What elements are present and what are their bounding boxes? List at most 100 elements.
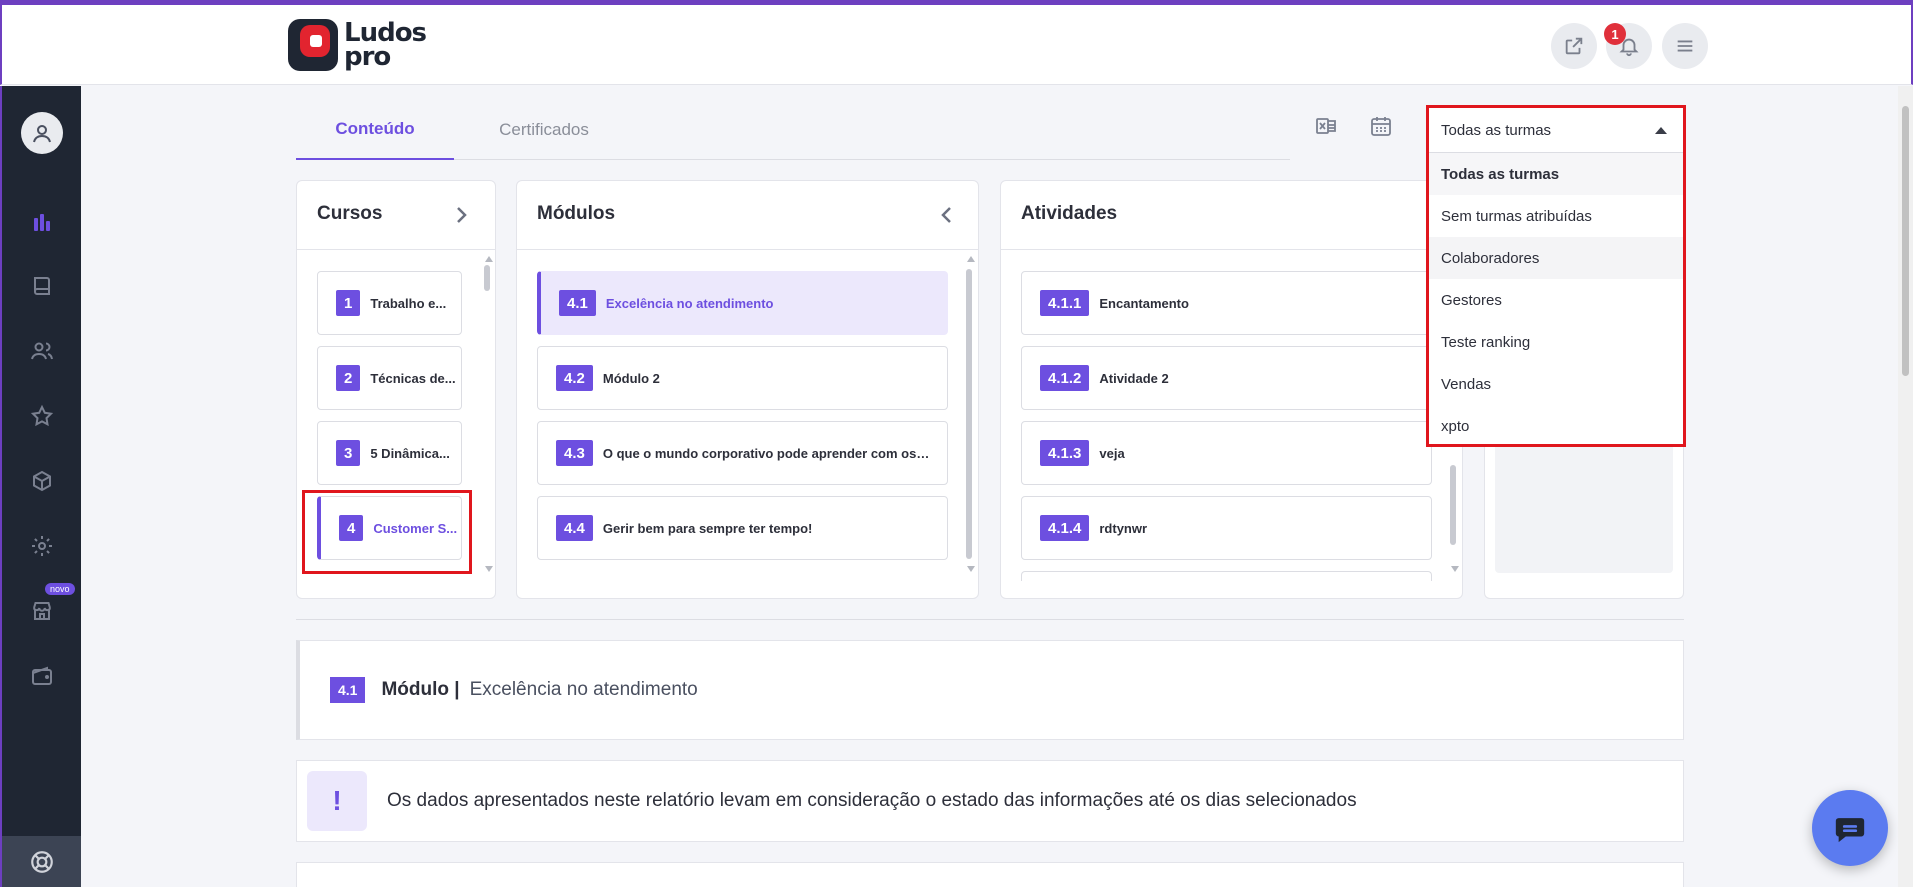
curso-number: 3 xyxy=(336,440,361,466)
modulo-item-4-3[interactable]: 4.3 O que o mundo corporativo pode apren… xyxy=(537,421,948,485)
turmas-selected-value: Todas as turmas xyxy=(1441,121,1552,139)
book-icon xyxy=(34,277,50,295)
hamburger-icon xyxy=(1677,40,1693,52)
turmas-option-sem-turmas[interactable]: Sem turmas atribuídas xyxy=(1429,195,1683,237)
chevron-right-icon[interactable] xyxy=(449,203,473,227)
sidebar-item-store[interactable] xyxy=(27,596,57,626)
highlight-selected-curso xyxy=(302,490,472,574)
curso-label: Técnicas de... xyxy=(370,370,456,386)
date-filter-button[interactable] xyxy=(1367,112,1395,140)
atividade-label: veja xyxy=(1099,445,1125,461)
gear-icon xyxy=(32,536,52,556)
sidebar-item-support[interactable] xyxy=(2,836,81,887)
selected-module-header: 4.1 Módulo | Excelência no atendimento xyxy=(296,640,1684,740)
user-avatar[interactable] xyxy=(21,112,63,154)
logo-mark-icon xyxy=(288,19,338,71)
info-text: Os dados apresentados neste relatório le… xyxy=(387,790,1357,811)
turmas-option-teste-ranking[interactable]: Teste ranking xyxy=(1429,321,1683,363)
atividade-item-4-1-2[interactable]: 4.1.2 Atividade 2 xyxy=(1021,346,1432,410)
turmas-option-colaboradores[interactable]: Colaboradores xyxy=(1429,237,1683,279)
curso-number: 1 xyxy=(336,290,361,316)
menu-button[interactable] xyxy=(1662,23,1708,69)
atividade-item-4-1-1[interactable]: 4.1.1 Encantamento xyxy=(1021,271,1432,335)
turmas-option-xpto[interactable]: xpto xyxy=(1429,405,1683,447)
modulos-panel: Módulos 4.1 Excelência no atendimento 4.… xyxy=(516,180,979,599)
modulo-label: O que o mundo corporativo pode aprender … xyxy=(602,445,933,461)
curso-item-3[interactable]: 3 5 Dinâmica... xyxy=(317,421,462,485)
curso-item-1[interactable]: 1 Trabalho e... xyxy=(317,271,462,335)
modulo-number: 4.4 xyxy=(556,515,593,541)
wallet-icon xyxy=(32,666,52,685)
turmas-option-vendas[interactable]: Vendas xyxy=(1429,363,1683,405)
atividade-label: rdtynwr xyxy=(1099,520,1148,536)
cursos-scrollbar[interactable] xyxy=(483,265,491,565)
sidebar-item-ranking[interactable] xyxy=(27,401,57,431)
info-notice: ! Os dados apresentados neste relatório … xyxy=(296,760,1684,842)
chat-icon xyxy=(1835,818,1865,843)
modulo-item-4-1[interactable]: 4.1 Excelência no atendimento xyxy=(537,271,948,335)
turmas-option-todas[interactable]: Todas as turmas xyxy=(1429,153,1683,195)
sidebar-item-courses[interactable] xyxy=(27,271,57,301)
box-icon xyxy=(33,470,51,492)
atividades-title: Atividades xyxy=(1021,203,1118,224)
module-name: Excelência no atendimento xyxy=(469,679,698,700)
tab-certificados[interactable]: Certificados xyxy=(454,100,634,160)
app-header: Ludos pro 1 xyxy=(0,5,1913,85)
modulos-title: Módulos xyxy=(537,203,616,224)
sidebar: novo xyxy=(0,86,81,887)
external-link-button[interactable] xyxy=(1551,23,1597,69)
atividades-panel: Atividades 4.1.1 Encantamento 4.1.2 Ativ… xyxy=(1000,180,1463,599)
chevron-left-icon[interactable] xyxy=(935,203,959,227)
sidebar-item-users[interactable] xyxy=(27,336,57,366)
sidebar-item-wallet[interactable] xyxy=(27,661,57,691)
modulo-item-4-2[interactable]: 4.2 Módulo 2 xyxy=(537,346,948,410)
excel-icon xyxy=(1316,118,1336,134)
avatar-icon xyxy=(33,125,51,143)
modulo-number: 4.2 xyxy=(556,365,593,391)
external-link-icon xyxy=(1565,37,1583,55)
atividade-item-4-1-4[interactable]: 4.1.4 rdtynwr xyxy=(1021,496,1432,560)
page-scrollbar[interactable] xyxy=(1898,86,1913,887)
curso-item-2[interactable]: 2 Técnicas de... xyxy=(317,346,462,410)
cursos-title: Cursos xyxy=(317,203,383,224)
novo-badge: novo xyxy=(45,583,75,595)
turmas-select[interactable]: Todas as turmas xyxy=(1429,108,1683,153)
store-icon xyxy=(33,602,51,620)
export-excel-button[interactable] xyxy=(1312,112,1340,140)
chat-button[interactable] xyxy=(1812,790,1888,866)
caret-up-icon xyxy=(1655,127,1667,134)
support-icon xyxy=(30,850,53,873)
sidebar-item-products[interactable] xyxy=(27,466,57,496)
section-divider xyxy=(296,619,1684,620)
atividade-number: 4.1.2 xyxy=(1040,365,1090,391)
module-number: 4.1 xyxy=(330,677,366,703)
sidebar-item-settings[interactable] xyxy=(27,531,57,561)
modulo-label: Módulo 2 xyxy=(602,370,660,386)
notification-badge: 1 xyxy=(1604,23,1626,45)
module-label: Módulo | xyxy=(381,679,460,700)
atividade-number: 4.1.1 xyxy=(1040,290,1090,316)
turmas-dropdown[interactable]: Todas as turmas Todas as turmas Sem turm… xyxy=(1426,105,1686,447)
tab-conteudo[interactable]: Conteúdo xyxy=(296,100,454,160)
star-icon xyxy=(30,404,54,427)
chart-icon xyxy=(34,214,50,231)
curso-label: 5 Dinâmica... xyxy=(370,445,450,461)
exclamation-icon: ! xyxy=(307,771,367,831)
logo-text: Ludos pro xyxy=(344,18,427,72)
content-tabs: Conteúdo Certificados xyxy=(296,100,1290,160)
atividade-number: 4.1.4 xyxy=(1040,515,1090,541)
modulos-scrollbar[interactable] xyxy=(965,265,973,565)
atividade-number: 4.1.3 xyxy=(1040,440,1090,466)
curso-number: 2 xyxy=(336,365,361,391)
modulo-number: 4.3 xyxy=(556,440,593,466)
report-card xyxy=(296,862,1684,887)
curso-label: Trabalho e... xyxy=(370,295,447,311)
calendar-icon xyxy=(1371,117,1391,136)
ludos-pro-logo[interactable]: Ludos pro xyxy=(288,18,427,72)
modulo-item-4-4[interactable]: 4.4 Gerir bem para sempre ter tempo! xyxy=(537,496,948,560)
atividade-item-4-1-3[interactable]: 4.1.3 veja xyxy=(1021,421,1432,485)
turmas-option-gestores[interactable]: Gestores xyxy=(1429,279,1683,321)
sidebar-item-reports[interactable] xyxy=(27,207,57,237)
users-icon xyxy=(31,342,53,360)
modulo-label: Excelência no atendimento xyxy=(605,295,774,311)
